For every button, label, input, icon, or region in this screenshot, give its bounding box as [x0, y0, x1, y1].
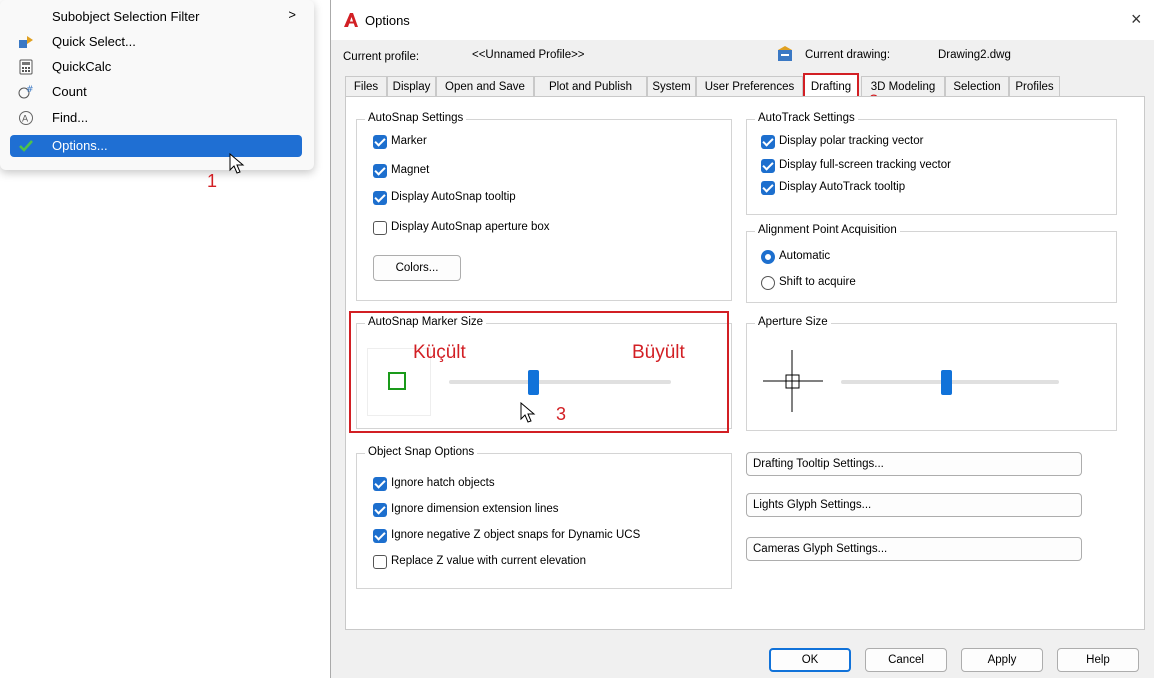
dialog-titlebar: Options × — [331, 0, 1154, 40]
menu-item-quick-select[interactable]: Quick Select... — [10, 31, 302, 53]
menu-item-count[interactable]: # Count — [10, 81, 302, 103]
step-3-annotation: 3 — [556, 404, 567, 424]
checkbox-checked-icon — [373, 529, 387, 543]
drawing-icon — [778, 46, 792, 61]
find-icon: A — [18, 110, 34, 126]
tab-profiles[interactable]: Profiles — [1009, 76, 1060, 97]
lights-glyph-settings-button[interactable]: Lights Glyph Settings... — [746, 493, 1082, 517]
checkbox-label: Display AutoSnap tooltip — [391, 191, 516, 203]
tab-selection[interactable]: Selection — [945, 76, 1009, 97]
tab-drafting[interactable]: Drafting — [803, 73, 859, 98]
group-title: Object Snap Options — [365, 446, 478, 458]
checkbox-checked-icon — [373, 477, 387, 491]
current-profile-value: <<Unnamed Profile>> — [472, 49, 585, 61]
aperture-crosshair-icon — [763, 350, 823, 412]
checkbox-label: Display AutoTrack tooltip — [779, 181, 906, 193]
mouse-cursor-icon — [229, 153, 245, 174]
group-title: AutoTrack Settings — [755, 112, 858, 124]
checkbox-unchecked-icon — [373, 555, 387, 569]
drafting-tooltip-settings-button[interactable]: Drafting Tooltip Settings... — [746, 452, 1082, 476]
radio-selected-icon — [761, 250, 775, 264]
quick-select-icon — [18, 34, 34, 50]
checkbox-checked-icon — [373, 164, 387, 178]
menu-item-label: Count — [52, 84, 87, 99]
svg-text:#: # — [26, 85, 34, 95]
radio-label: Shift to acquire — [779, 276, 856, 288]
checkbox-label: Magnet — [391, 164, 430, 176]
menu-item-label: QuickCalc — [52, 59, 112, 74]
menu-item-subobject-selection-filter[interactable]: Subobject Selection Filter > — [10, 6, 302, 28]
tab-user-preferences[interactable]: User Preferences — [696, 76, 803, 97]
checkbox-checked-icon — [761, 135, 775, 149]
menu-item-label: Options... — [52, 138, 108, 153]
checkbox-checked-icon — [373, 135, 387, 149]
close-button[interactable]: × — [1131, 9, 1142, 30]
current-profile-label: Current profile: — [343, 51, 420, 63]
radio-unselected-icon — [761, 276, 775, 290]
checkbox-label: Replace Z value with current elevation — [391, 555, 586, 567]
help-button[interactable]: Help — [1057, 648, 1139, 672]
checkbox-label: Display AutoSnap aperture box — [391, 221, 550, 233]
checkbox-label: Ignore hatch objects — [391, 477, 495, 489]
checkbox-checked-icon — [373, 503, 387, 517]
aperture-size-group: Aperture Size — [746, 316, 1117, 431]
tab-open-and-save[interactable]: Open and Save — [436, 76, 534, 97]
submenu-arrow-icon: > — [288, 7, 296, 22]
svg-text:A: A — [22, 115, 29, 125]
count-icon: # — [18, 84, 34, 100]
tab-display[interactable]: Display — [387, 76, 436, 97]
group-title: Aperture Size — [755, 316, 831, 328]
cameras-glyph-settings-button[interactable]: Cameras Glyph Settings... — [746, 537, 1082, 561]
marker-size-highlight — [349, 311, 729, 433]
current-drawing-label: Current drawing: — [805, 49, 891, 61]
menu-item-label: Subobject Selection Filter — [52, 9, 200, 24]
apply-button[interactable]: Apply — [961, 648, 1043, 672]
checkbox-unchecked-icon — [373, 221, 387, 235]
tab-system[interactable]: System — [647, 76, 696, 97]
mouse-cursor-icon — [520, 402, 536, 423]
colors-button[interactable]: Colors... — [373, 255, 461, 281]
step-1-annotation: 1 — [207, 171, 218, 191]
menu-item-options[interactable]: Options... — [10, 135, 302, 157]
ok-button[interactable]: OK — [769, 648, 851, 672]
enlarge-annotation: Büyült — [632, 342, 685, 363]
autosnap-settings-group: AutoSnap Settings Marker Magnet Display … — [356, 112, 732, 301]
tab-plot-and-publish[interactable]: Plot and Publish — [534, 76, 647, 97]
group-title: Alignment Point Acquisition — [755, 224, 900, 236]
checkbox-label: Display full-screen tracking vector — [779, 159, 951, 171]
checkbox-checked-icon — [373, 191, 387, 205]
group-title: AutoSnap Settings — [365, 112, 467, 124]
tab-files[interactable]: Files — [345, 76, 387, 97]
autocad-logo-icon — [344, 13, 358, 27]
shrink-annotation: Küçült — [413, 342, 466, 363]
menu-item-label: Find... — [52, 110, 89, 125]
menu-item-quickcalc[interactable]: QuickCalc — [10, 56, 302, 78]
radio-label: Automatic — [779, 250, 831, 262]
aperture-size-slider-thumb[interactable] — [940, 370, 952, 395]
object-snap-options-group: Object Snap Options Ignore hatch objects… — [356, 446, 732, 589]
menu-item-label: Quick Select... — [52, 34, 136, 49]
checkbox-label: Marker — [391, 135, 427, 147]
checkbox-label: Ignore dimension extension lines — [391, 503, 559, 515]
checkbox-label: Display polar tracking vector — [779, 135, 924, 147]
calculator-icon — [18, 59, 34, 75]
alignment-point-acquisition-group: Alignment Point Acquisition Automatic Sh… — [746, 224, 1117, 303]
menu-item-find[interactable]: A Find... — [10, 107, 302, 129]
check-icon — [18, 138, 34, 154]
checkbox-checked-icon — [761, 181, 775, 195]
dialog-title: Options — [365, 13, 410, 28]
checkbox-checked-icon — [761, 159, 775, 173]
checkbox-label: Ignore negative Z object snaps for Dynam… — [391, 529, 641, 541]
autotrack-settings-group: AutoTrack Settings Display polar trackin… — [746, 112, 1117, 215]
cancel-button[interactable]: Cancel — [865, 648, 947, 672]
context-menu: Subobject Selection Filter > Quick Selec… — [0, 0, 314, 170]
current-drawing-value: Drawing2.dwg — [938, 49, 1011, 61]
